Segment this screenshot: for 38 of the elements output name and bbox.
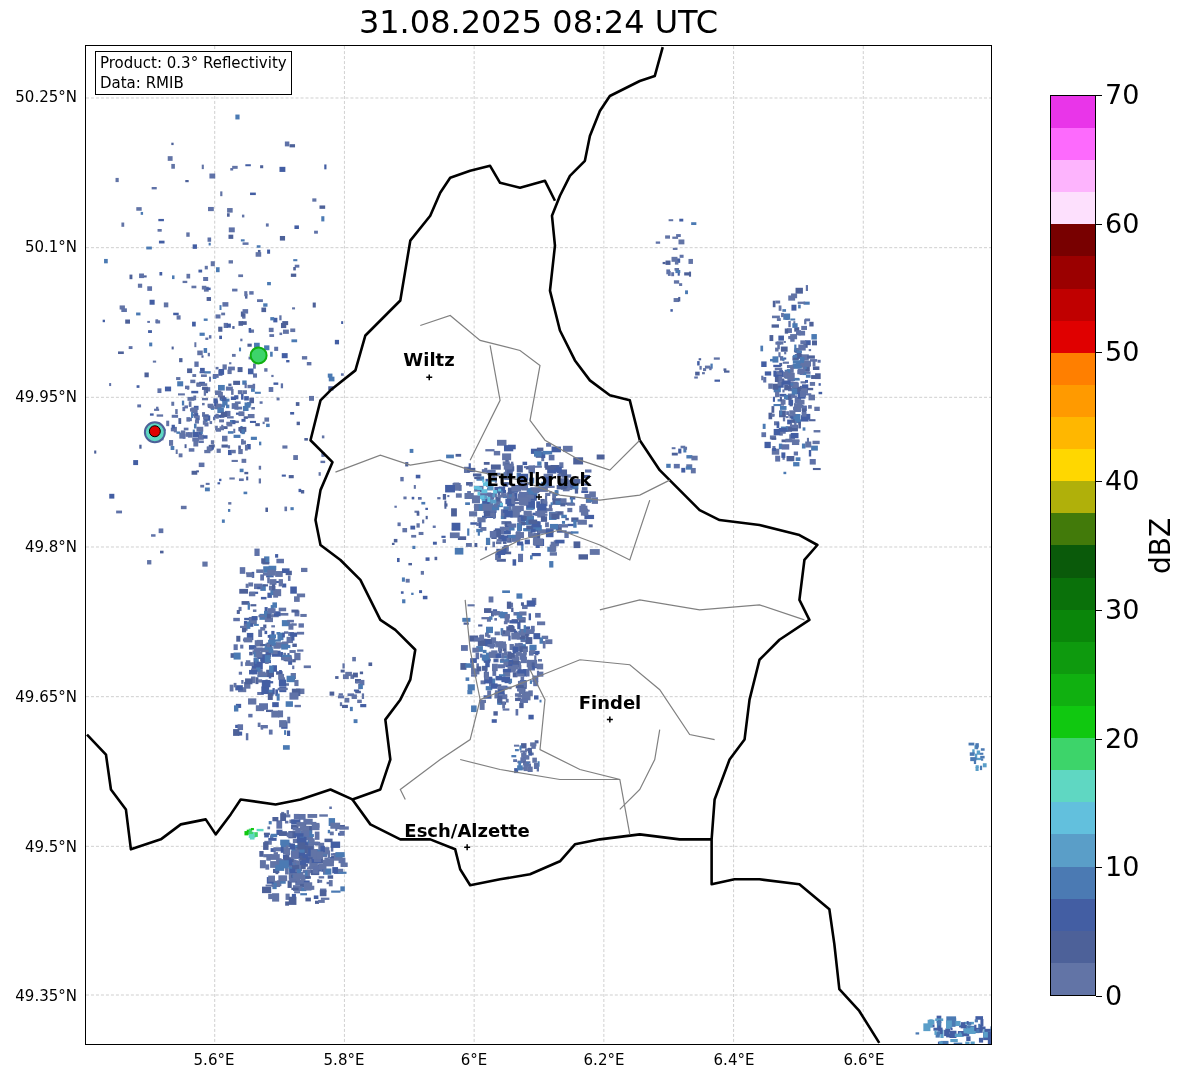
colorbar-tick-label: 30 (1105, 594, 1140, 625)
echo-spot-icon (249, 346, 268, 365)
longitude-tick-label: 6.2°E (583, 1051, 625, 1069)
colorbar-tick-label: 20 (1105, 723, 1140, 754)
latitude-tick-label: 49.35°N (15, 987, 77, 1005)
radar-echo-drawing (694, 357, 730, 382)
longitude-tick-label: 5.6°E (193, 1051, 235, 1069)
colorbar-tick-label: 0 (1105, 981, 1123, 1011)
latitude-tick-label: 49.65°N (15, 688, 77, 706)
latitude-tick-label: 49.95°N (15, 388, 77, 406)
radar-site-marker (143, 421, 166, 444)
longitude-tick-label: 5.8°E (323, 1051, 365, 1069)
colorbar-tick-label: 40 (1105, 466, 1140, 497)
latitude-tick-label: 50.25°N (15, 88, 77, 106)
colorbar-tick-label: 10 (1105, 852, 1140, 883)
latitude-tick-label: 49.8°N (24, 538, 77, 556)
city-marker-icon (425, 373, 433, 382)
city-label: Findel (578, 693, 642, 713)
latitude-tick-label: 50.1°N (24, 238, 77, 256)
info-box: Product: 0.3° Reflectivity Data: RMIB (95, 51, 292, 95)
colorbar-label: dBZ (1143, 517, 1178, 574)
city-marker-icon (606, 715, 614, 724)
longitude-tick-label: 6°E (460, 1051, 488, 1069)
colorbar-tick-label: 60 (1105, 208, 1140, 239)
longitude-tick-label: 6.4°E (713, 1051, 755, 1069)
city-label: Esch/Alzette (404, 821, 530, 841)
longitude-tick-label: 6.6°E (843, 1051, 885, 1069)
radar-echo-drawing (329, 656, 373, 724)
latitude-tick-label: 49.5°N (24, 838, 77, 856)
radar-echo-drawing (968, 742, 987, 771)
city-label: Wiltz (403, 350, 455, 370)
radar-echo-drawing (666, 445, 698, 474)
chart-title: 31.08.2025 08:24 UTC (357, 2, 720, 43)
city-marker-icon (535, 493, 543, 501)
city-marker-icon (463, 843, 471, 852)
radar-echo-drawing (511, 740, 540, 774)
colorbar-tick-label: 70 (1105, 80, 1140, 110)
colorbar-tick-label: 50 (1105, 337, 1140, 368)
